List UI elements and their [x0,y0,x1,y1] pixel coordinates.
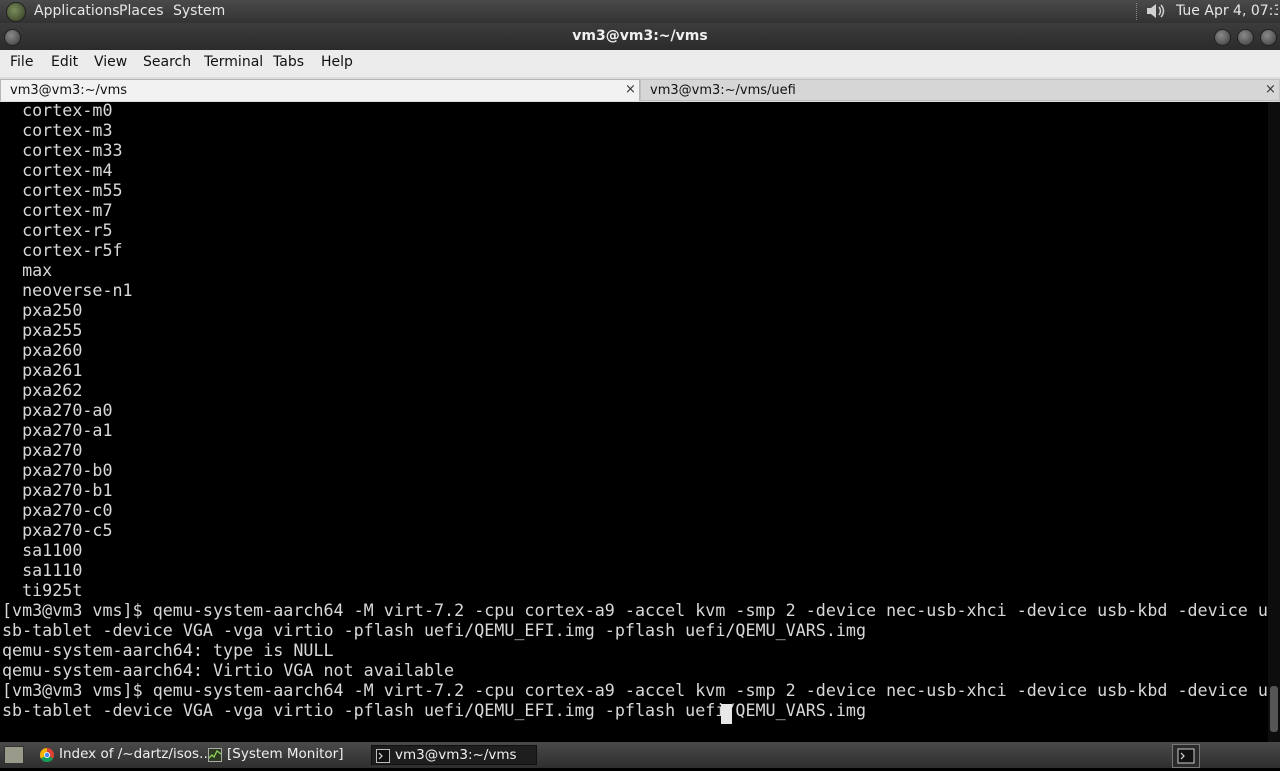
terminal-line: [vm3@vm3 vms]$ qemu-system-aarch64 -M vi… [2,680,1268,700]
terminal-line: sa1110 [2,560,83,580]
applications-menu[interactable]: Applications [34,3,120,19]
scrollbar-thumb[interactable] [1270,686,1278,732]
volume-icon[interactable] [1145,2,1167,20]
task-system-monitor[interactable]: [System Monitor] [204,745,368,765]
menu-help[interactable]: Help [321,54,353,70]
terminal-line: cortex-m33 [2,140,123,160]
menu-file[interactable]: File [10,54,33,70]
clock[interactable]: Tue Apr 4, 07:37 [1176,3,1278,19]
panel-separator [1136,3,1139,20]
terminal-line: ti925t [2,580,83,600]
task-browser[interactable]: Index of /~dartz/isos… [36,745,213,765]
task-label: vm3@vm3:~/vms [395,747,517,763]
bottom-taskbar: Index of /~dartz/isos… [System Monitor] … [0,742,1280,768]
terminal-line: cortex-r5 [2,220,113,240]
terminal-text: cortex-m0 cortex-m3 cortex-m33 cortex-m4… [2,102,1268,720]
terminal-line: neoverse-n1 [2,280,133,300]
task-label: Index of /~dartz/isos… [59,746,213,762]
terminal-launcher-icon[interactable] [1172,744,1200,768]
terminal-line: [vm3@vm3 vms]$ qemu-system-aarch64 -M vi… [2,600,1268,620]
terminal-line: qemu-system-aarch64: Virtio VGA not avai… [2,660,455,680]
terminal-line: pxa270-b1 [2,480,113,500]
terminal-line: cortex-m0 [2,102,113,120]
tab-close-icon[interactable]: × [625,82,636,97]
system-monitor-icon [208,748,222,762]
terminal-output[interactable]: cortex-m0 cortex-m3 cortex-m33 cortex-m4… [0,102,1268,742]
tab-label: vm3@vm3:~/vms/uefi [650,83,796,98]
terminal-line: pxa270-a1 [2,420,113,440]
menu-edit[interactable]: Edit [51,54,78,70]
terminal-line: sb-tablet -device VGA -vga virtio -pflas… [2,700,867,720]
window-titlebar[interactable]: vm3@vm3:~/vms [0,23,1280,50]
terminal-line: cortex-r5f [2,240,123,260]
terminal-line: pxa270-c5 [2,520,113,540]
terminal-line: pxa270 [2,440,83,460]
menu-tabs[interactable]: Tabs [273,54,304,70]
places-menu[interactable]: Places [119,3,164,19]
show-desktop-icon[interactable] [4,746,24,764]
tab-label: vm3@vm3:~/vms [10,83,128,98]
tab-bar: vm3@vm3:~/vms × vm3@vm3:~/vms/uefi × [0,77,1280,102]
terminal-line: pxa270-c0 [2,500,113,520]
terminal-line: sb-tablet -device VGA -vga virtio -pflas… [2,620,867,640]
terminal-cursor [721,704,732,724]
terminal-line: cortex-m55 [2,180,123,200]
chrome-icon [40,748,54,762]
terminal-menubar: File Edit View Search Terminal Tabs Help [0,50,1280,77]
terminal-line: pxa270-a0 [2,400,113,420]
window-title: vm3@vm3:~/vms [572,28,708,44]
menu-search[interactable]: Search [143,54,191,70]
terminal-line: pxa270-b0 [2,460,113,480]
top-panel: Applications Places System Tue Apr 4, 07… [0,0,1280,23]
terminal-line: pxa260 [2,340,83,360]
menu-terminal[interactable]: Terminal [204,54,263,70]
terminal-line: pxa255 [2,320,83,340]
terminal-line: pxa261 [2,360,83,380]
terminal-line: cortex-m7 [2,200,113,220]
terminal-line: cortex-m3 [2,120,113,140]
tab-vms-uefi[interactable]: vm3@vm3:~/vms/uefi × [640,79,1280,101]
system-menu[interactable]: System [173,3,225,19]
terminal-line: qemu-system-aarch64: type is NULL [2,640,334,660]
terminal-line: cortex-m4 [2,160,113,180]
task-label: [System Monitor] [227,746,344,762]
task-terminal[interactable]: vm3@vm3:~/vms [371,745,537,765]
terminal-line: pxa262 [2,380,83,400]
terminal-line: pxa250 [2,300,83,320]
maximize-button[interactable] [1237,29,1254,46]
distro-logo-icon[interactable] [6,2,26,22]
terminal-line: max [2,260,53,280]
terminal-scrollbar[interactable] [1268,102,1280,742]
terminal-icon [376,749,390,763]
tab-close-icon[interactable]: × [1265,82,1276,97]
menu-view[interactable]: View [94,54,127,70]
minimize-button[interactable] [1214,29,1231,46]
tab-vms[interactable]: vm3@vm3:~/vms × [0,79,640,101]
close-button[interactable] [1260,29,1277,46]
terminal-line: sa1100 [2,540,83,560]
